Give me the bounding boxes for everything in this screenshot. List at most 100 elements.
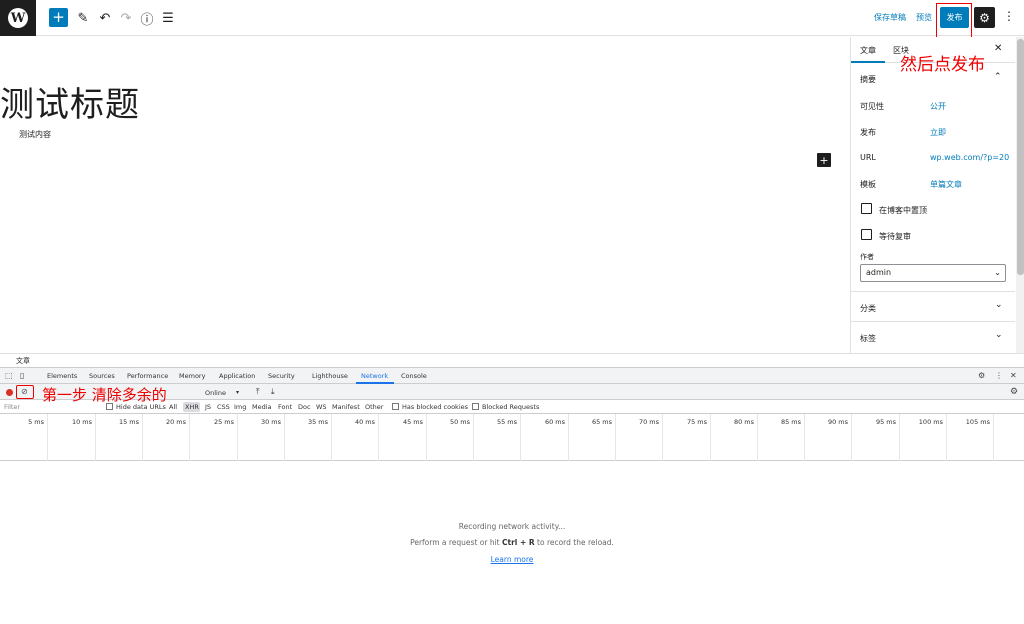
network-empty-state: Recording network activity... Perform a … [0, 461, 1024, 624]
tab-post[interactable]: 文章 [860, 45, 876, 56]
blocked-requests-checkbox[interactable] [472, 403, 479, 410]
filter-input[interactable]: Filter [4, 403, 20, 411]
categories-panel-title[interactable]: 分类 [860, 303, 876, 314]
filter-type-all[interactable]: All [169, 403, 177, 411]
url-value[interactable]: wp.web.com/?p=20 [930, 153, 1009, 162]
divider [851, 321, 1015, 322]
tab-active-indicator [851, 61, 885, 63]
preview-button[interactable]: 预览 [916, 12, 932, 23]
summary-panel-title[interactable]: 摘要 [860, 74, 876, 85]
network-overview-timeline[interactable]: 5 ms 10 ms 15 ms 20 ms 25 ms 30 ms 35 ms 40 ms 4… [0, 414, 1024, 461]
close-icon[interactable]: ✕ [1010, 371, 1017, 380]
timeline-gridline [284, 414, 285, 461]
close-icon[interactable]: ✕ [994, 43, 1002, 54]
divider [851, 291, 1015, 292]
timeline-gridline [237, 414, 238, 461]
pencil-icon[interactable]: ✎ [73, 8, 93, 28]
list-view-icon[interactable]: ☰ [158, 8, 178, 28]
export-har-icon[interactable]: ⤓ [271, 387, 275, 397]
author-select-value: admin [866, 268, 892, 277]
timeline-gridline [946, 414, 947, 461]
timeline-gridline [189, 414, 190, 461]
wordpress-logo-icon[interactable]: W [0, 0, 36, 36]
timeline-tick-label: 10 ms [71, 418, 92, 426]
annotation-publish-hint: 然后点发布 [900, 55, 985, 75]
filter-type-css[interactable]: CSS [217, 403, 230, 411]
timeline-tick-label: 40 ms [354, 418, 375, 426]
breadcrumb[interactable]: 文章 [16, 356, 30, 366]
caret-down-icon[interactable]: ▾ [236, 389, 239, 396]
more-options-icon[interactable]: ⋮ [1003, 9, 1015, 23]
throttling-select[interactable]: Online [205, 389, 226, 397]
has-blocked-cookies-label: Has blocked cookies [402, 403, 469, 411]
annotation-clear-hint: 第一步 清除多余的 [42, 386, 167, 404]
timeline-gridline [142, 414, 143, 461]
gear-icon[interactable]: ⚙ [978, 371, 985, 380]
filter-type-img[interactable]: Img [234, 403, 246, 411]
tab-security[interactable]: Security [268, 372, 295, 380]
editor-top-toolbar: W + ✎ ↶ ↷ ⓘ ☰ 保存草稿 预览 发布 ⚙ ⋮ [0, 0, 1024, 38]
timeline-tick-label: 35 ms [307, 418, 328, 426]
post-title[interactable]: 测试标题 [0, 77, 140, 126]
template-label: 模板 [860, 180, 876, 189]
inspect-element-icon[interactable]: ⬚ [5, 371, 13, 380]
info-icon[interactable]: ⓘ [137, 8, 157, 28]
timeline-tick-label: 90 ms [827, 418, 848, 426]
tab-application[interactable]: Application [219, 372, 255, 380]
post-content-paragraph[interactable]: 测试内容 [19, 129, 51, 140]
timeline-tick-label: 15 ms [118, 418, 139, 426]
sticky-checkbox[interactable] [861, 203, 872, 214]
visibility-value[interactable]: 公开 [930, 101, 946, 112]
template-value[interactable]: 单篇文章 [930, 179, 962, 190]
inline-add-block-button[interactable]: + [817, 153, 831, 167]
devtools-panel: ⬚ ▯ Elements Sources Performance Memory … [0, 367, 1024, 623]
undo-icon[interactable]: ↶ [95, 8, 115, 28]
filter-type-manifest[interactable]: Manifest [332, 403, 360, 411]
device-toolbar-icon[interactable]: ▯ [20, 371, 24, 380]
author-select[interactable]: admin ⌄ [860, 264, 1006, 282]
tab-lighthouse[interactable]: Lighthouse [312, 372, 348, 380]
tab-elements[interactable]: Elements [47, 372, 77, 380]
timeline-tick-label: 45 ms [402, 418, 423, 426]
scrollbar-thumb[interactable] [1017, 39, 1024, 275]
hint-prefix: Perform a request or hit [410, 538, 502, 547]
has-blocked-cookies-checkbox[interactable] [392, 403, 399, 410]
tab-sources[interactable]: Sources [89, 372, 115, 380]
filter-type-xhr[interactable]: XHR [185, 403, 199, 411]
filter-type-font[interactable]: Font [278, 403, 292, 411]
tab-performance[interactable]: Performance [127, 372, 168, 380]
timeline-tick-label: 100 ms [918, 418, 943, 426]
chevron-down-icon: ⌄ [994, 268, 1001, 277]
filter-type-other[interactable]: Other [365, 403, 383, 411]
tab-network[interactable]: Network [361, 372, 388, 380]
filter-type-media[interactable]: Media [252, 403, 272, 411]
more-options-icon[interactable]: ⋮ [995, 371, 1003, 380]
tags-panel-title[interactable]: 标签 [860, 333, 876, 344]
gear-icon[interactable]: ⚙ [974, 7, 995, 28]
redo-icon[interactable]: ↷ [116, 8, 136, 28]
timeline-tick-label: 75 ms [686, 418, 707, 426]
pending-review-checkbox[interactable] [861, 229, 872, 240]
import-har-icon[interactable]: ⤒ [256, 387, 260, 397]
record-button[interactable] [6, 389, 13, 396]
timeline-tick-label: 25 ms [213, 418, 234, 426]
add-block-button[interactable]: + [49, 8, 68, 27]
timeline-tick-label: 5 ms [28, 418, 44, 426]
chevron-down-icon[interactable]: ⌄ [995, 300, 1003, 310]
gear-icon[interactable]: ⚙ [1010, 387, 1018, 397]
filter-type-js[interactable]: JS [205, 403, 211, 411]
tab-console[interactable]: Console [401, 372, 427, 380]
save-draft-button[interactable]: 保存草稿 [874, 12, 906, 23]
settings-sidebar: 文章 区块 ✕ 摘要 ⌃ 可见性 公开 发布 立即 URL wp.web.com… [850, 37, 1024, 353]
chevron-up-icon[interactable]: ⌃ [994, 72, 1002, 82]
sidebar-scrollbar[interactable] [1016, 37, 1024, 353]
filter-type-doc[interactable]: Doc [298, 403, 311, 411]
learn-more-link[interactable]: Learn more [0, 555, 1024, 564]
recording-status-text: Recording network activity... [458, 522, 566, 531]
filter-type-ws[interactable]: WS [316, 403, 327, 411]
chevron-down-icon[interactable]: ⌄ [995, 330, 1003, 340]
timeline-tick-label: 60 ms [544, 418, 565, 426]
tab-memory[interactable]: Memory [179, 372, 205, 380]
publish-date-value[interactable]: 立即 [930, 127, 946, 138]
timeline-tick-label: 95 ms [875, 418, 896, 426]
